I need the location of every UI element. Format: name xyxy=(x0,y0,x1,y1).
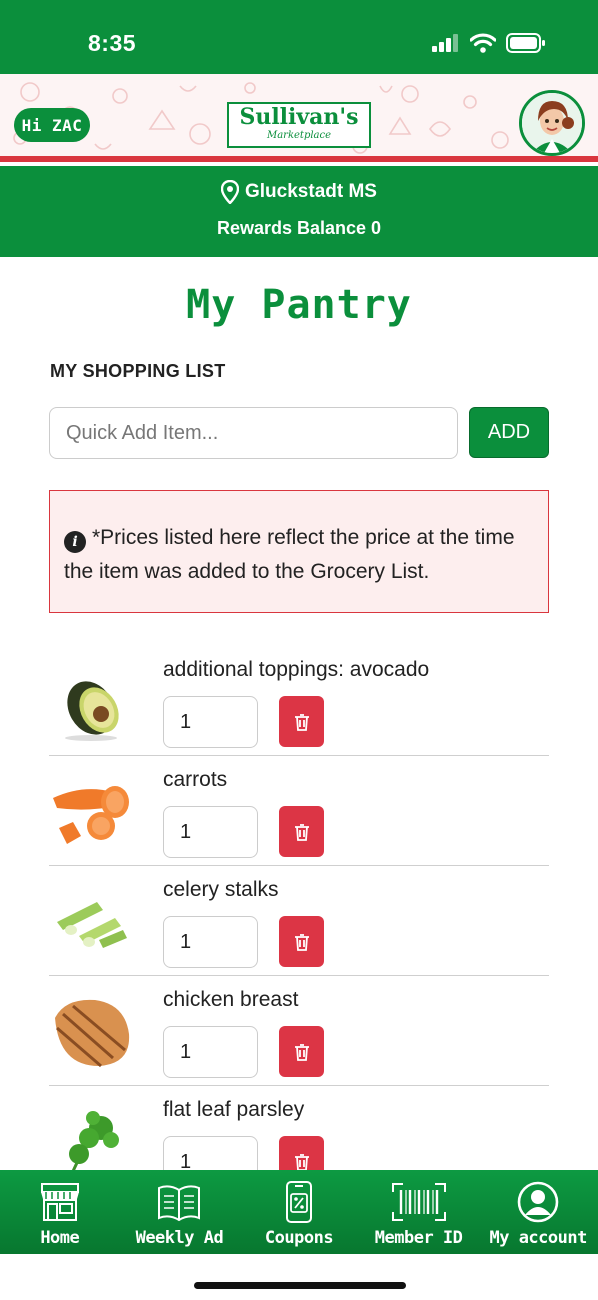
nav-label: Home xyxy=(40,1228,80,1248)
price-notice: i *Prices listed here reflect the price a… xyxy=(49,490,549,613)
delete-button[interactable] xyxy=(279,916,324,967)
price-notice-text: *Prices listed here reflect the price at… xyxy=(64,526,515,583)
user-icon xyxy=(517,1181,559,1223)
nav-member-id[interactable]: Member ID xyxy=(359,1170,479,1254)
nav-my-account[interactable]: My account xyxy=(478,1170,598,1254)
delete-button[interactable] xyxy=(279,1136,324,1170)
delete-button[interactable] xyxy=(279,1026,324,1077)
nav-label: Weekly Ad xyxy=(135,1228,224,1248)
trash-icon xyxy=(294,823,309,841)
nav-label: Coupons xyxy=(264,1228,334,1248)
shopping-list: additional toppings: avocado carrots xyxy=(49,646,549,1170)
list-item: carrots xyxy=(49,756,549,866)
item-name: chicken breast xyxy=(163,988,299,1011)
item-name: celery stalks xyxy=(163,878,279,901)
store-location[interactable]: Gluckstadt MS xyxy=(0,180,598,204)
trash-icon xyxy=(294,1043,309,1061)
nav-weekly-ad[interactable]: Weekly Ad xyxy=(120,1170,240,1254)
store-info-bar: Gluckstadt MS Rewards Balance 0 xyxy=(0,166,598,257)
quick-add-input[interactable] xyxy=(49,407,458,459)
quantity-input[interactable] xyxy=(163,916,258,968)
trash-icon xyxy=(294,1153,309,1170)
page-title: My Pantry xyxy=(186,282,412,328)
parsley-image xyxy=(69,1111,119,1170)
status-time: 8:35 xyxy=(88,30,137,56)
list-item: additional toppings: avocado xyxy=(49,646,549,756)
store-location-text: Gluckstadt MS xyxy=(245,181,377,202)
barcode-icon xyxy=(391,1183,446,1221)
wifi-icon xyxy=(470,33,496,53)
carrots-image xyxy=(53,786,129,844)
delete-button[interactable] xyxy=(279,696,324,747)
delete-button[interactable] xyxy=(279,806,324,857)
section-label: MY SHOPPING LIST xyxy=(50,361,226,381)
celery-image xyxy=(57,902,127,948)
item-name: additional toppings: avocado xyxy=(163,658,430,681)
avatar[interactable] xyxy=(519,90,585,156)
newspaper-icon xyxy=(158,1185,201,1222)
quantity-input[interactable] xyxy=(163,806,258,858)
add-button[interactable]: ADD xyxy=(469,407,549,458)
quantity-input[interactable] xyxy=(163,1026,258,1078)
bottom-nav: Home Weekly Ad Coupons Member ID My acco… xyxy=(0,1170,598,1254)
nav-label: My account xyxy=(489,1228,587,1248)
store-logo[interactable]: Sullivan's Marketplace xyxy=(227,102,371,148)
avocado-image xyxy=(65,681,119,741)
brand-header: Hi ZAC Sullivan's Marketplace xyxy=(0,74,598,162)
item-name: carrots xyxy=(163,768,228,791)
list-item: flat leaf parsley xyxy=(49,1086,549,1170)
trash-icon xyxy=(294,933,309,951)
list-item: celery stalks xyxy=(49,866,549,976)
rewards-balance: Rewards Balance 0 xyxy=(216,218,382,238)
mascot-avatar-icon xyxy=(522,93,582,153)
store-icon xyxy=(40,1183,79,1221)
logo-title: Sullivan's xyxy=(239,104,359,130)
quantity-input[interactable] xyxy=(163,696,258,748)
battery-icon xyxy=(506,33,545,53)
greeting-button[interactable]: Hi ZAC xyxy=(14,108,90,142)
info-icon: i xyxy=(64,531,86,553)
home-indicator[interactable] xyxy=(194,1282,406,1289)
trash-icon xyxy=(294,713,309,731)
nav-home[interactable]: Home xyxy=(0,1170,120,1254)
chicken-breast-image xyxy=(55,999,130,1068)
location-pin-icon xyxy=(221,180,239,204)
phone-coupon-icon xyxy=(285,1181,312,1223)
item-name: flat leaf parsley xyxy=(163,1098,305,1121)
status-bar: 8:35 xyxy=(0,0,598,74)
nav-coupons[interactable]: Coupons xyxy=(239,1170,359,1254)
nav-label: Member ID xyxy=(374,1228,463,1248)
signal-icon xyxy=(432,34,458,52)
logo-subtitle: Marketplace xyxy=(266,130,332,141)
list-item: chicken breast xyxy=(49,976,549,1086)
quantity-input[interactable] xyxy=(163,1136,258,1170)
status-icons xyxy=(432,33,546,53)
